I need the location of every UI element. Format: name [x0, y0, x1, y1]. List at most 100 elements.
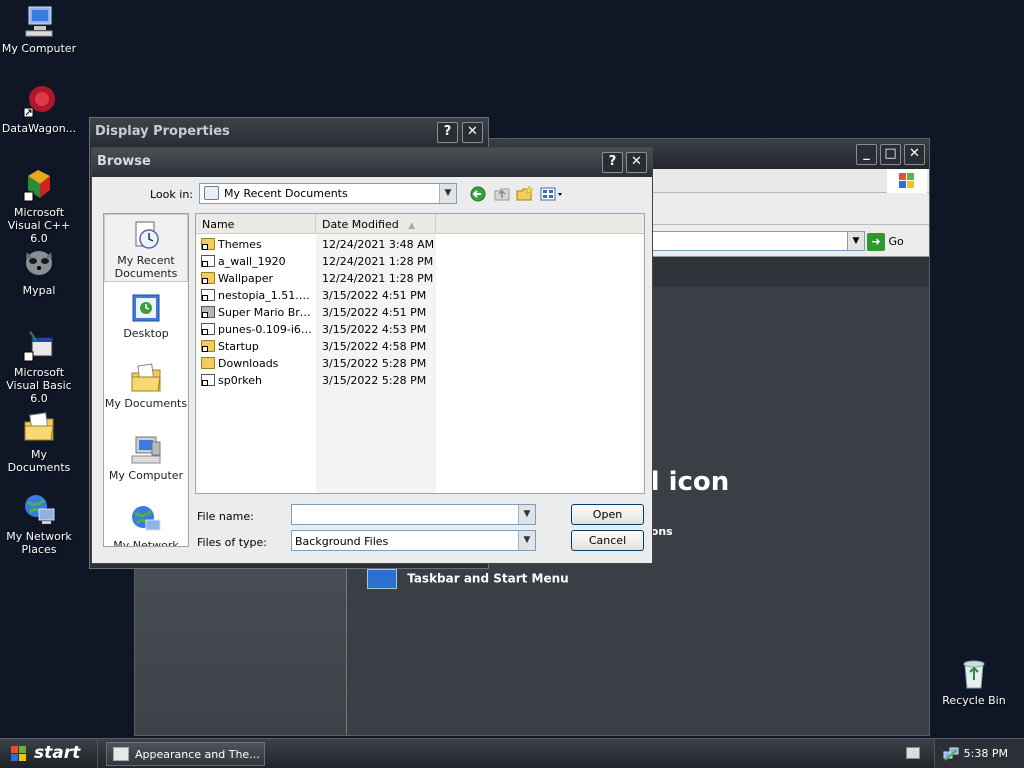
desktop-icon-label: My Network Places	[6, 530, 72, 556]
file-row[interactable]: a_wall_1920 12/24/2021 1:28 PM	[196, 253, 644, 270]
places-bar: My Recent Documents Desktop My Documents…	[103, 213, 189, 547]
file-row[interactable]: sp0rkeh 3/15/2022 5:28 PM	[196, 372, 644, 389]
file-name-input[interactable]: ▼	[291, 504, 536, 525]
place-label: Desktop	[123, 327, 169, 340]
new-folder-icon[interactable]	[516, 185, 534, 203]
control-panel-icon	[113, 747, 129, 761]
place-my-network[interactable]: My Network	[104, 500, 188, 547]
close-button[interactable]: ✕	[626, 152, 647, 173]
place-label: My Computer	[108, 469, 184, 482]
file-name-label: File name:	[197, 510, 254, 523]
file-date: 3/15/2022 4:53 PM	[322, 323, 427, 336]
file-row[interactable]: Startup 3/15/2022 4:58 PM	[196, 338, 644, 355]
desktop-icon-label: My Documents	[7, 448, 71, 474]
help-button[interactable]: ?	[437, 122, 458, 143]
file-row[interactable]: Downloads 3/15/2022 5:28 PM	[196, 355, 644, 372]
documents-folder-icon	[130, 362, 162, 394]
desktop-icon-visual-cpp[interactable]: Microsoft Visual C++ 6.0	[0, 168, 78, 245]
place-desktop[interactable]: Desktop	[104, 288, 188, 340]
file-date: 3/15/2022 5:28 PM	[322, 357, 427, 370]
place-label: My Documents	[104, 397, 188, 410]
sort-ascending-icon: ▲	[408, 221, 416, 231]
go-button[interactable]: ➜ Go	[867, 233, 923, 251]
keyboard-icon[interactable]	[906, 747, 920, 759]
image-file-shortcut-icon	[201, 255, 215, 267]
file-date: 12/24/2021 1:28 PM	[322, 272, 434, 285]
network-icon	[130, 504, 162, 536]
browse-dialog: Browse ? ✕ Look in: My Recent Documents …	[91, 147, 653, 564]
file-name: a_wall_1920	[218, 255, 286, 268]
maximize-button[interactable]: □	[880, 144, 901, 165]
desktop-icon-recycle-bin[interactable]: Recycle Bin	[935, 656, 1013, 707]
folder-shortcut-icon	[201, 238, 215, 250]
windows-logo-icon	[887, 169, 927, 193]
place-my-computer[interactable]: My Computer	[104, 430, 188, 482]
view-menu-icon[interactable]	[540, 185, 566, 203]
cancel-button[interactable]: Cancel	[571, 530, 644, 551]
recent-documents-icon	[204, 186, 219, 200]
go-arrow-icon: ➜	[867, 233, 885, 251]
file-date: 3/15/2022 4:58 PM	[322, 340, 427, 353]
task-link-label: Taskbar and Start Menu	[407, 571, 569, 586]
desktop-icon-my-network-places[interactable]: My Network Places	[0, 492, 78, 556]
file-row[interactable]: punes-0.109-i68... 3/15/2022 4:53 PM	[196, 321, 644, 338]
desktop-icon-my-computer[interactable]: My Computer	[0, 4, 78, 55]
start-label: start	[34, 743, 81, 763]
file-row[interactable]: Super Mario Bros.... 3/15/2022 4:51 PM	[196, 304, 644, 321]
desktop-icon-my-documents[interactable]: My Documents	[0, 410, 78, 474]
browse-content: Look in: My Recent Documents ▼ My Recent…	[95, 177, 649, 560]
open-button[interactable]: Open	[571, 504, 644, 525]
file-name: punes-0.109-i68...	[218, 323, 314, 336]
files-of-type-dropdown[interactable]: Background Files ▼	[291, 530, 536, 551]
chevron-down-icon[interactable]: ▼	[518, 505, 535, 524]
file-row[interactable]: nestopia_1.51.1-... 3/15/2022 4:51 PM	[196, 287, 644, 304]
place-my-documents[interactable]: My Documents	[104, 358, 188, 410]
browse-titlebar: Browse	[92, 148, 652, 177]
up-folder-icon[interactable]	[493, 185, 511, 203]
look-in-dropdown[interactable]: My Recent Documents ▼	[199, 183, 457, 204]
taskbar-start-menu-link[interactable]: Taskbar and Start Menu	[367, 569, 569, 589]
desktop-icon-label: DataWagon...	[1, 122, 77, 135]
chevron-down-icon[interactable]: ▼	[439, 184, 456, 203]
desktop-icon-label: Recycle Bin	[942, 694, 1006, 707]
file-row[interactable]: Themes 12/24/2021 3:48 AM	[196, 236, 644, 253]
mypal-icon	[22, 246, 56, 280]
taskbar-icon	[367, 569, 397, 589]
clock[interactable]: 5:38 PM	[964, 747, 1008, 760]
close-button[interactable]: ✕	[904, 144, 925, 165]
file-shortcut-icon	[201, 374, 215, 386]
file-name: Super Mario Bros....	[218, 306, 314, 319]
desktop-icon-visual-basic[interactable]: Microsoft Visual Basic 6.0	[0, 328, 78, 405]
desktop-icon-label: My Computer	[1, 42, 77, 55]
desktop-icon-mypal[interactable]: Mypal	[0, 246, 78, 297]
minimize-button[interactable]: _	[856, 144, 877, 165]
place-label: My Recent Documents	[114, 254, 178, 280]
visual-cpp-icon	[22, 168, 56, 202]
files-of-type-value: Background Files	[295, 535, 389, 548]
file-row[interactable]: Wallpaper 12/24/2021 1:28 PM	[196, 270, 644, 287]
help-button[interactable]: ?	[602, 152, 623, 173]
taskbar-item-appearance[interactable]: Appearance and The...	[106, 742, 265, 766]
back-icon[interactable]	[469, 185, 487, 203]
visual-basic-icon	[22, 328, 56, 362]
file-name: Wallpaper	[218, 272, 274, 285]
column-header-date-modified[interactable]: Date Modified ▲	[316, 214, 436, 234]
look-in-label: Look in:	[150, 188, 193, 201]
recent-documents-icon	[130, 219, 162, 251]
address-dropdown-button[interactable]: ▼	[847, 231, 865, 251]
system-tray: 5:38 PM	[934, 739, 1024, 768]
file-name: Startup	[218, 340, 259, 353]
chevron-down-icon[interactable]: ▼	[518, 531, 535, 550]
desktop-icon-datawagon[interactable]: DataWagon...	[0, 84, 78, 135]
look-in-value: My Recent Documents	[224, 187, 348, 200]
place-label: My Network	[113, 539, 179, 547]
folder-icon	[201, 357, 215, 369]
files-of-type-label: Files of type:	[197, 536, 268, 549]
place-my-recent-documents[interactable]: My Recent Documents	[104, 214, 188, 282]
column-header-name[interactable]: Name	[196, 214, 316, 234]
close-button[interactable]: ✕	[462, 122, 483, 143]
file-date: 3/15/2022 4:51 PM	[322, 289, 427, 302]
start-button[interactable]: start	[0, 739, 98, 768]
network-tray-icon[interactable]	[943, 746, 959, 765]
taskbar-item-label: Appearance and The...	[135, 748, 260, 761]
